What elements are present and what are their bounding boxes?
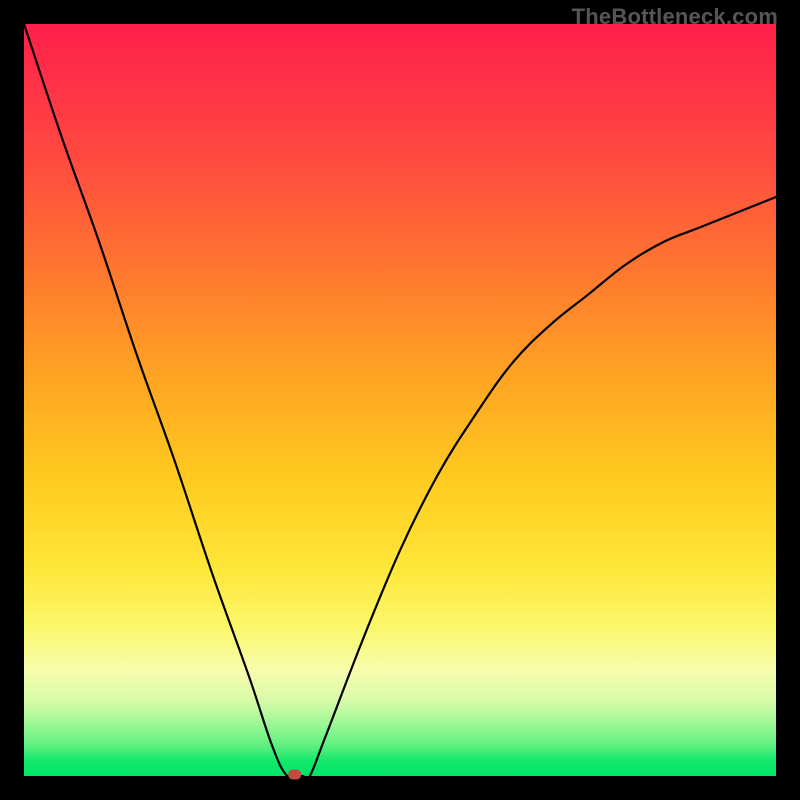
plot-area bbox=[24, 24, 776, 776]
watermark-text: TheBottleneck.com bbox=[572, 4, 778, 30]
bottleneck-curve bbox=[24, 24, 776, 779]
marker-point bbox=[289, 770, 301, 779]
chart-svg bbox=[24, 24, 776, 776]
